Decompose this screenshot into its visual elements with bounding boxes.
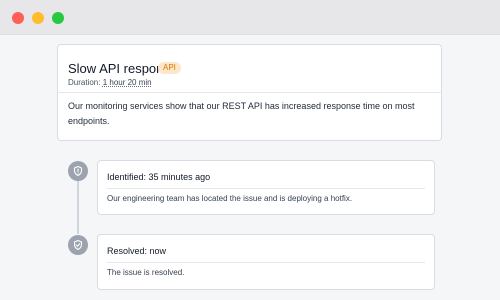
window-titlebar bbox=[0, 0, 500, 35]
duration-value: 1 hour 20 min bbox=[102, 78, 152, 87]
update-time: 35 minutes ago bbox=[148, 172, 211, 182]
minimize-window-button[interactable] bbox=[32, 12, 44, 24]
update-card-identified: Identified: 35 minutes ago Our engineeri… bbox=[97, 160, 435, 215]
shield-check-icon bbox=[68, 235, 88, 255]
update-header: Identified: 35 minutes ago bbox=[107, 172, 210, 182]
duration-label: Duration: bbox=[68, 78, 101, 87]
update-status: Resolved: bbox=[107, 246, 148, 256]
update-divider bbox=[107, 262, 425, 263]
update-message: The issue is resolved. bbox=[107, 268, 185, 277]
update-header: Resolved: now bbox=[107, 246, 166, 256]
update-card-resolved: Resolved: now The issue is resolved. bbox=[97, 234, 435, 290]
shield-icon bbox=[68, 161, 88, 181]
update-message: Our engineering team has located the iss… bbox=[107, 194, 353, 203]
update-divider bbox=[107, 188, 425, 189]
timeline-connector bbox=[77, 179, 79, 234]
incident-card: Slow API response API Duration: 1 hour 2… bbox=[57, 44, 442, 141]
incident-divider bbox=[58, 92, 441, 93]
maximize-window-button[interactable] bbox=[52, 12, 64, 24]
component-badge: API bbox=[158, 62, 181, 74]
close-window-button[interactable] bbox=[12, 12, 24, 24]
incident-description: Our monitoring services show that our RE… bbox=[68, 101, 415, 126]
update-status: Identified: bbox=[107, 172, 147, 182]
update-time: now bbox=[149, 246, 167, 256]
app-window: Slow API response API Duration: 1 hour 2… bbox=[0, 0, 500, 300]
incident-duration: Duration: 1 hour 20 min bbox=[68, 78, 152, 87]
